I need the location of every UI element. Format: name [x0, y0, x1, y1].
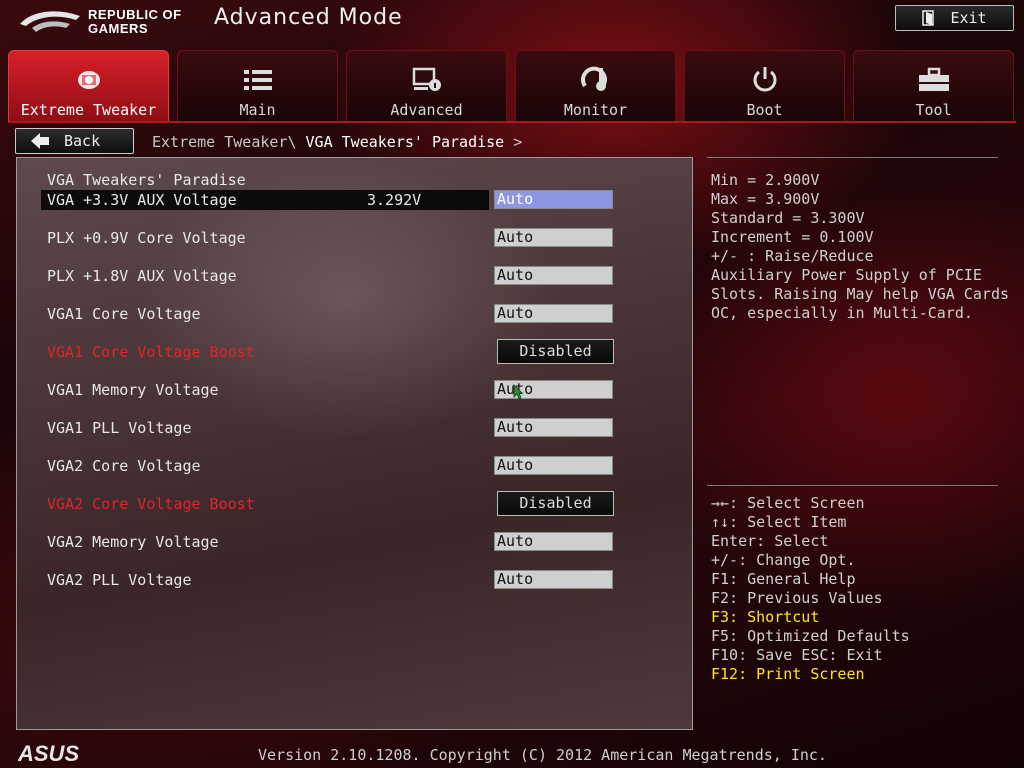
tab-bar: Extreme Tweaker Main Advanced Monitor Bo… [8, 50, 1016, 122]
setting-value-input[interactable]: Auto [494, 266, 613, 285]
asus-logo: ASUS [18, 742, 79, 764]
help-line: Max = 3.900V [711, 190, 820, 208]
setting-toggle-button[interactable]: Disabled [497, 339, 614, 364]
power-icon [749, 65, 781, 95]
help-panel: Min = 2.900V Max = 3.900V Standard = 3.3… [711, 171, 1011, 323]
setting-value-input[interactable]: Auto [494, 532, 613, 551]
setting-value-input[interactable]: Auto [494, 570, 613, 589]
tab-label: Monitor [563, 101, 628, 119]
keys-divider [707, 485, 998, 486]
hotkey-change-opt: +/-: Change Opt. [711, 551, 856, 569]
help-divider-top [707, 157, 998, 158]
hotkey-f12-print-screen[interactable]: F12: Print Screen [711, 665, 910, 684]
tab-advanced[interactable]: Advanced [346, 50, 507, 122]
page-title: Advanced Mode [214, 5, 403, 30]
setting-label: VGA1 Core Voltage [47, 305, 201, 323]
tabs-divider [8, 121, 1016, 123]
advanced-icon [411, 65, 443, 95]
voltage-reading: 3.292V [367, 191, 422, 209]
help-line: Slots. Raising May help VGA Cards [711, 285, 1010, 303]
setting-value-input[interactable]: Auto [494, 304, 613, 323]
setting-toggle-button[interactable]: Disabled [497, 491, 614, 516]
list-icon [242, 65, 274, 95]
hotkey-f10-esc: F10: Save ESC: Exit [711, 646, 883, 664]
tab-main[interactable]: Main [177, 50, 338, 122]
setting-row-plx-0v9-core[interactable]: PLX +0.9V Core Voltage [41, 228, 489, 248]
tab-label: Extreme Tweaker [20, 101, 157, 119]
rog-eye-icon [20, 11, 80, 32]
hotkey-legend: →←: Select Screen ↑↓: Select Item Enter:… [711, 494, 910, 684]
tweaker-icon [73, 65, 105, 95]
hotkey-f5: F5: Optimized Defaults [711, 627, 910, 645]
help-line: Auxiliary Power Supply of PCIE [711, 266, 982, 284]
setting-label: VGA2 Memory Voltage [47, 533, 219, 551]
setting-label: PLX +0.9V Core Voltage [47, 229, 246, 247]
breadcrumb-current: VGA Tweakers' Paradise [305, 133, 505, 151]
breadcrumb-arrow: > [513, 133, 523, 151]
breadcrumb: Extreme Tweaker\ VGA Tweakers' Paradise … [152, 133, 522, 151]
setting-label: PLX +1.8V AUX Voltage [47, 267, 237, 285]
hotkey-f1: F1: General Help [711, 570, 856, 588]
help-line: Increment = 0.100V [711, 228, 874, 246]
tab-label: Tool [915, 101, 952, 119]
exit-door-icon [922, 10, 935, 26]
back-label: Back [64, 132, 101, 150]
setting-label: VGA2 PLL Voltage [47, 571, 192, 589]
hotkey-f3-shortcut[interactable]: F3: Shortcut [711, 608, 910, 627]
tab-monitor[interactable]: Monitor [515, 50, 676, 122]
svg-text:ASUS: ASUS [18, 742, 79, 764]
setting-label: VGA1 Core Voltage Boost [47, 343, 255, 361]
tab-label: Advanced [390, 101, 463, 119]
toolbox-icon [918, 65, 950, 95]
logo-text: REPUBLIC OF GAMERS [88, 7, 182, 36]
tab-extreme-tweaker[interactable]: Extreme Tweaker [8, 50, 169, 122]
setting-row-vga1-core-boost[interactable]: VGA1 Core Voltage Boost [41, 342, 489, 362]
help-line: Standard = 3.300V [711, 209, 865, 227]
setting-label: VGA1 PLL Voltage [47, 419, 192, 437]
mouse-cursor-icon [513, 384, 523, 400]
tab-tool[interactable]: Tool [853, 50, 1014, 122]
setting-row-plx-1v8-aux[interactable]: PLX +1.8V AUX Voltage [41, 266, 489, 286]
setting-value-input[interactable]: Auto [494, 190, 613, 209]
setting-value-input[interactable]: Auto [494, 456, 613, 475]
breadcrumb-parent[interactable]: Extreme Tweaker\ [152, 133, 306, 151]
monitor-icon [580, 65, 612, 95]
rog-logo: REPUBLIC OF GAMERS [18, 4, 188, 38]
hotkey-select-screen: →←: Select Screen [711, 494, 865, 512]
setting-row-vga1-memory[interactable]: VGA1 Memory Voltage [41, 380, 489, 400]
tab-label: Boot [746, 101, 783, 119]
setting-row-vga2-pll[interactable]: VGA2 PLL Voltage [41, 570, 489, 590]
setting-row-vga2-memory[interactable]: VGA2 Memory Voltage [41, 532, 489, 552]
hotkey-enter: Enter: Select [711, 532, 829, 550]
setting-value-input[interactable]: Auto [494, 228, 613, 247]
exit-button[interactable]: Exit [895, 5, 1014, 31]
setting-row-vga1-core[interactable]: VGA1 Core Voltage [41, 304, 489, 324]
setting-value-input[interactable]: Auto [494, 380, 613, 399]
help-line: OC, especially in Multi-Card. [711, 304, 973, 322]
exit-label: Exit [950, 9, 987, 27]
setting-label: VGA1 Memory Voltage [47, 381, 219, 399]
setting-label: VGA +3.3V AUX Voltage [47, 191, 237, 209]
setting-row-vga2-core[interactable]: VGA2 Core Voltage [41, 456, 489, 476]
hotkey-select-item: ↑↓: Select Item [711, 513, 847, 531]
version-text: Version 2.10.1208. Copyright (C) 2012 Am… [258, 746, 827, 764]
hotkey-f2: F2: Previous Values [711, 589, 883, 607]
setting-label: VGA2 Core Voltage Boost [47, 495, 255, 513]
back-arrow-icon [31, 133, 49, 149]
setting-row-vga2-core-boost[interactable]: VGA2 Core Voltage Boost [41, 494, 489, 514]
setting-label: VGA2 Core Voltage [47, 457, 201, 475]
setting-row-vga-3v3-aux[interactable]: VGA +3.3V AUX Voltage 3.292V [41, 190, 489, 210]
tab-label: Main [239, 101, 276, 119]
tab-boot[interactable]: Boot [684, 50, 845, 122]
section-heading: VGA Tweakers' Paradise [47, 171, 246, 189]
help-line: +/- : Raise/Reduce [711, 247, 874, 265]
setting-value-input[interactable]: Auto [494, 418, 613, 437]
setting-row-vga1-pll[interactable]: VGA1 PLL Voltage [41, 418, 489, 438]
help-line: Min = 2.900V [711, 171, 820, 189]
back-button[interactable]: Back [15, 128, 134, 154]
